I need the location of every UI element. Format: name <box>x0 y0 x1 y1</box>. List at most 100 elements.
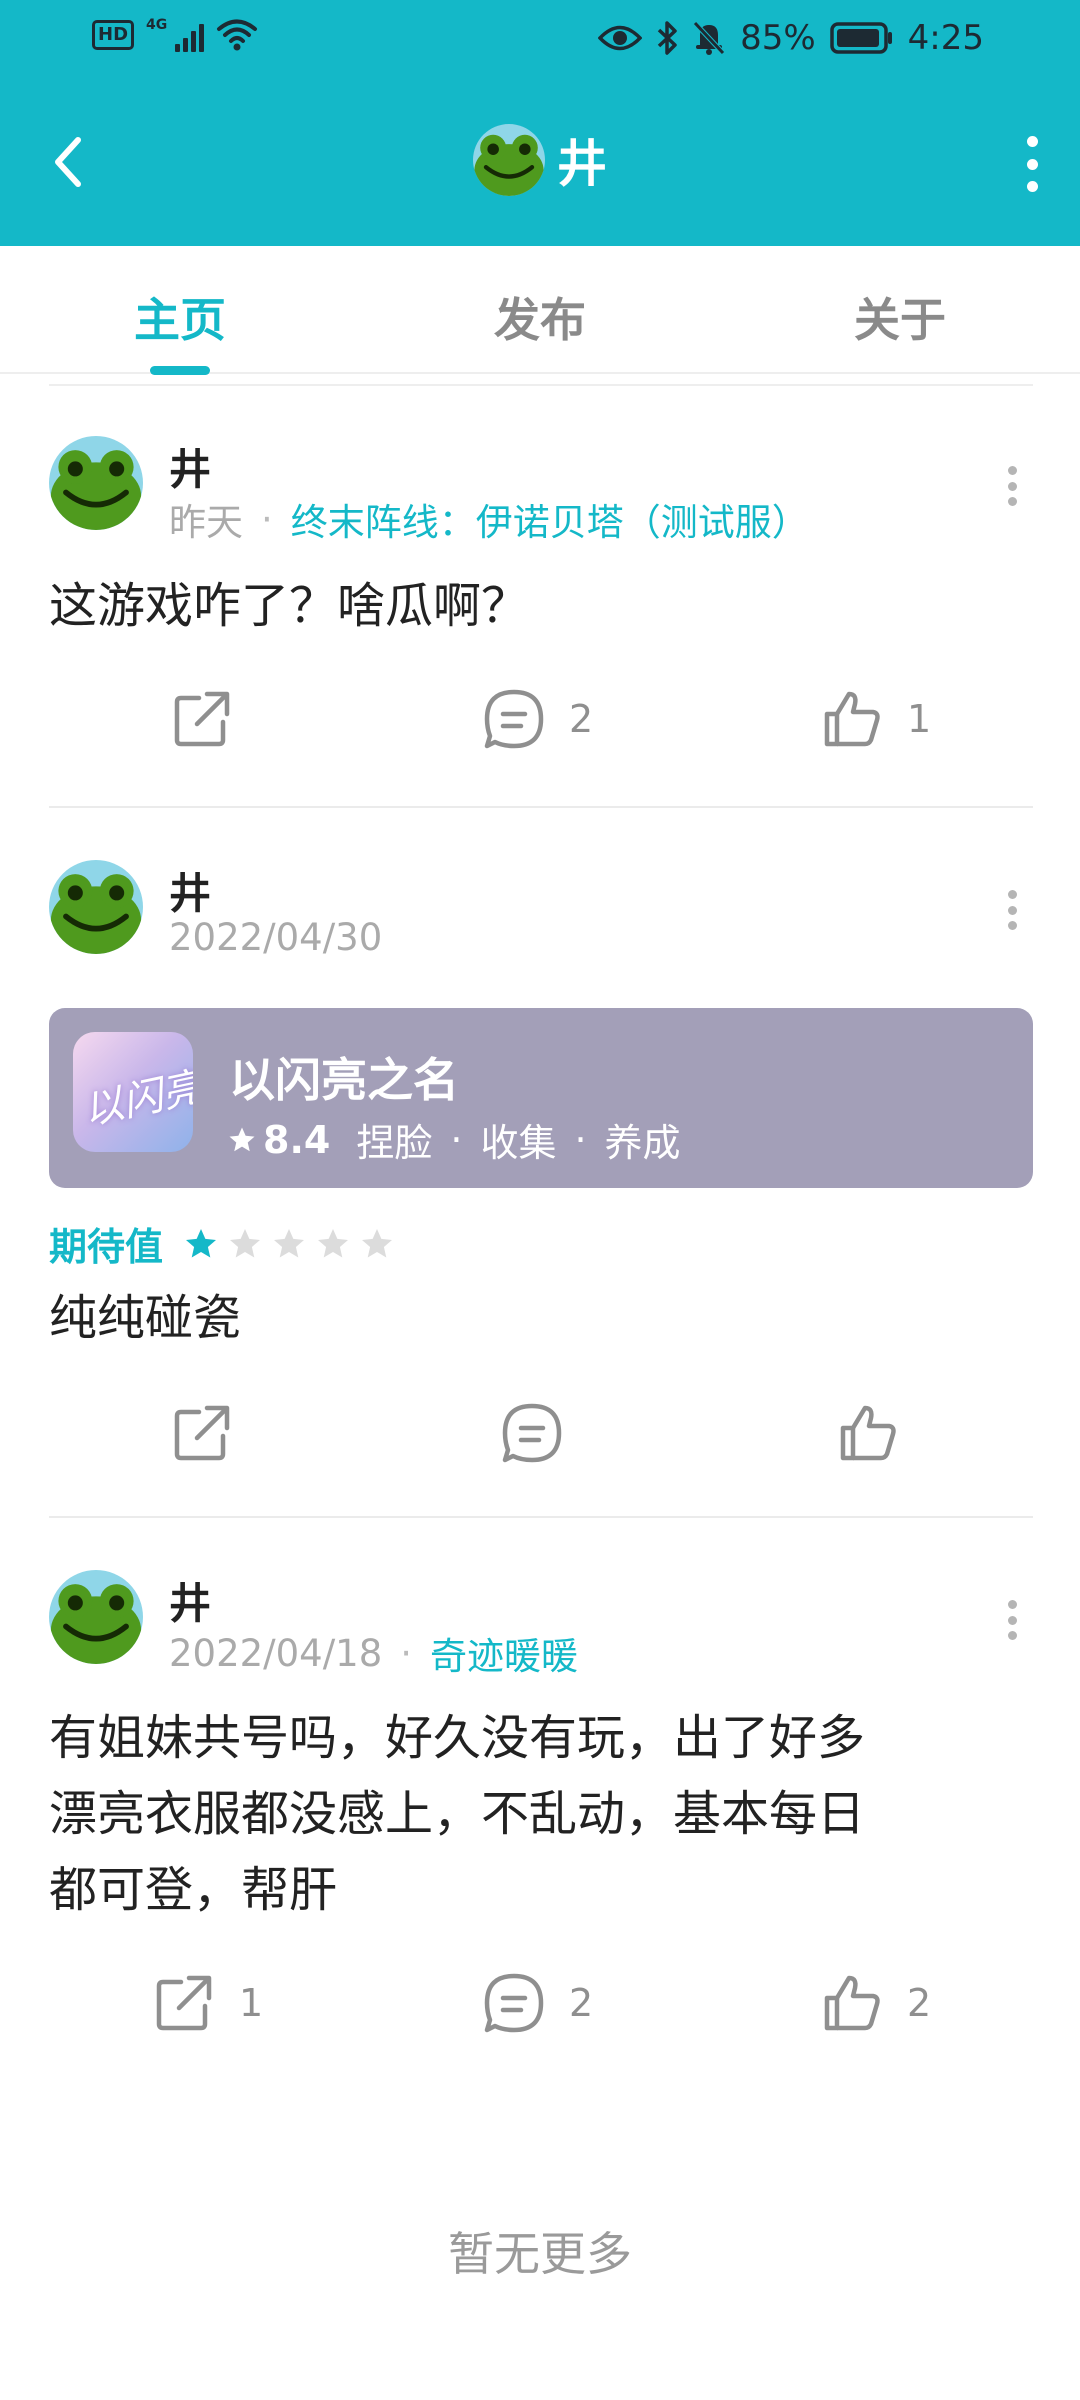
post-content: 有姐妹共号吗，好久没有玩，出了好多 漂亮衣服都没感上，不乱动，基本每日 都可登，… <box>49 1700 1033 1928</box>
divider <box>49 1516 1033 1518</box>
header-title: 井 <box>0 124 1080 196</box>
share-icon <box>174 1405 230 1461</box>
like-button[interactable] <box>835 1400 923 1466</box>
avatar[interactable] <box>49 860 143 954</box>
like-button[interactable]: 2 <box>819 1970 931 2036</box>
post-meta: 2022/04/18 · 奇迹暖暖 <box>169 1626 578 1680</box>
post-content: 这游戏咋了？啥瓜啊？ <box>49 578 530 634</box>
game-icon: 以闪亮之名 <box>73 1032 193 1152</box>
separator-dot: · <box>574 1117 587 1162</box>
comment-icon <box>484 689 544 749</box>
comment-count: 2 <box>569 697 594 741</box>
expectation-label: 期待值 <box>49 1225 164 1269</box>
eye-icon <box>598 25 643 51</box>
status-bar: HD 4G 85% 4:25 <box>0 0 1080 80</box>
game-rating: 8.4 <box>263 1117 331 1162</box>
status-right: 85% 4:25 <box>598 18 984 58</box>
username[interactable]: 井 <box>169 1570 211 1631</box>
tab-bar: 主页 发布 关于 <box>0 246 1080 375</box>
page-title: 井 <box>557 135 607 193</box>
post-content-line: 漂亮衣服都没感上，不乱动，基本每日 <box>49 1786 866 1842</box>
clock: 4:25 <box>907 18 984 58</box>
username[interactable]: 井 <box>169 860 211 921</box>
post-content: 纯纯碰瓷 <box>49 1290 242 1346</box>
star-empty-icon <box>362 1228 393 1257</box>
tab-about[interactable]: 关于 <box>800 284 1000 350</box>
post-more-icon[interactable] <box>1005 1600 1019 1640</box>
frog-avatar-icon <box>49 1570 143 1664</box>
like-count: 1 <box>907 697 932 741</box>
game-tag: 收集 <box>480 1121 557 1165</box>
tab-publish[interactable]: 发布 <box>440 284 640 350</box>
star-filled-icon <box>186 1228 217 1257</box>
app-header: 井 <box>0 80 1080 246</box>
game-tag: 捏脸 <box>356 1121 433 1165</box>
separator-dot: · <box>400 1631 413 1675</box>
share-button[interactable] <box>169 1400 257 1466</box>
game-card[interactable]: 以闪亮之名 以闪亮之名 8.4 捏脸 · 收集 · 养成 <box>49 1008 1033 1188</box>
star-empty-icon <box>318 1228 349 1257</box>
signal-icon <box>175 18 205 52</box>
frog-avatar-icon <box>473 124 545 196</box>
header-avatar <box>473 124 545 196</box>
tab-home[interactable]: 主页 <box>80 284 280 350</box>
game-tag: 养成 <box>604 1121 681 1165</box>
star-empty-icon <box>230 1228 261 1257</box>
no-more-label: 暂无更多 <box>448 2227 632 2281</box>
post-time: 2022/04/30 <box>169 916 383 959</box>
network-type: 4G <box>146 17 168 33</box>
thumbs-up-icon <box>824 1975 880 2031</box>
post-content-line: 有姐妹共号吗，好久没有玩，出了好多 <box>49 1710 866 1766</box>
game-icon-logo: 以闪亮之名 <box>79 1047 193 1135</box>
status-left: HD 4G <box>92 17 258 52</box>
game-link[interactable]: 奇迹暖暖 <box>430 1626 578 1680</box>
like-button[interactable]: 1 <box>819 686 931 752</box>
hd-badge: HD <box>92 20 135 50</box>
post-actions: 1 2 2 <box>49 1970 1033 2050</box>
share-icon <box>156 1975 212 2031</box>
avatar[interactable] <box>49 436 143 530</box>
separator-dot: · <box>450 1117 463 1162</box>
star-empty-icon <box>274 1228 305 1257</box>
share-count: 1 <box>239 1981 264 2025</box>
share-icon <box>174 691 230 747</box>
post-more-icon[interactable] <box>1005 890 1019 930</box>
post-meta: 2022/04/30 <box>169 916 382 959</box>
comment-count: 2 <box>569 1981 594 2025</box>
share-button[interactable] <box>169 686 257 752</box>
post-actions <box>49 1400 1033 1480</box>
post-content-line: 都可登，帮肝 <box>49 1862 338 1918</box>
post-time: 昨天 <box>169 501 243 544</box>
comment-button[interactable]: 2 <box>481 686 593 752</box>
active-tab-indicator <box>150 366 210 375</box>
post-meta: 昨天 · 终末阵线：伊诺贝塔（测试服） <box>169 492 809 546</box>
post-time: 2022/04/18 <box>169 1631 383 1675</box>
thumbs-up-icon <box>824 691 880 747</box>
post-actions: 2 1 <box>49 686 1033 766</box>
divider <box>49 806 1033 808</box>
star-icon <box>229 1127 255 1151</box>
game-name: 以闪亮之名 <box>229 1053 459 1107</box>
game-link[interactable]: 终末阵线：伊诺贝塔（测试服） <box>291 492 809 546</box>
wifi-icon <box>217 19 258 51</box>
frog-avatar-icon <box>49 436 143 530</box>
battery-percent: 85% <box>740 18 816 58</box>
more-menu-icon[interactable] <box>1020 136 1044 192</box>
username[interactable]: 井 <box>169 436 211 497</box>
avatar[interactable] <box>49 1570 143 1664</box>
expectation-rating: 期待值 <box>49 1216 395 1271</box>
comment-button[interactable] <box>499 1400 587 1466</box>
like-count: 2 <box>907 1981 932 2025</box>
post-more-icon[interactable] <box>1005 466 1019 506</box>
comment-icon <box>502 1403 562 1463</box>
divider <box>49 384 1033 386</box>
comment-icon <box>484 1973 544 2033</box>
game-meta: 8.4 捏脸 · 收集 · 养成 <box>227 1112 681 1167</box>
bluetooth-icon <box>657 21 677 55</box>
mute-bell-icon <box>693 21 725 55</box>
share-button[interactable]: 1 <box>151 1970 263 2036</box>
battery-icon <box>829 22 892 54</box>
separator-dot: · <box>261 497 273 541</box>
frog-avatar-icon <box>49 860 143 954</box>
comment-button[interactable]: 2 <box>481 1970 593 2036</box>
